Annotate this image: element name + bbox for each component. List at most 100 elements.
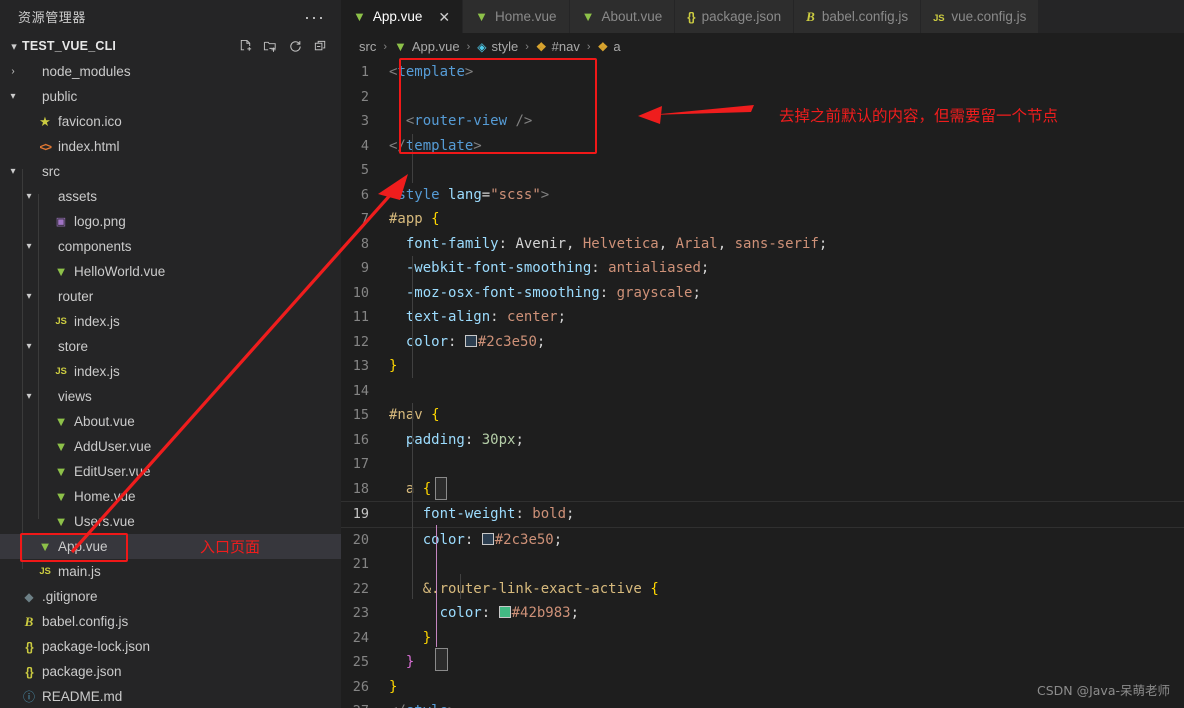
code-line-text: #app {: [389, 211, 440, 228]
file-tree-item[interactable]: JS index.js: [0, 309, 341, 334]
code-line[interactable]: 12 color: #2c3e50;: [341, 330, 1184, 355]
chevron-down-icon[interactable]: ▾: [6, 40, 22, 53]
code-line[interactable]: 10 -moz-osx-font-smoothing: grayscale;: [341, 281, 1184, 306]
code-line[interactable]: 19 font-weight: bold;: [341, 501, 1184, 528]
code-line[interactable]: 15 #nav {: [341, 403, 1184, 428]
code-line[interactable]: 20 color: #2c3e50;: [341, 528, 1184, 553]
code-line[interactable]: 9 -webkit-font-smoothing: antialiased;: [341, 256, 1184, 281]
code-line[interactable]: 17: [341, 452, 1184, 477]
code-line[interactable]: 22 &.router-link-exact-active {: [341, 577, 1184, 602]
file-tree-item[interactable]: ▼ EditUser.vue: [0, 459, 341, 484]
chevron-down-icon[interactable]: ▾: [6, 166, 20, 177]
code-editor[interactable]: 1 <template> 2 3 <router-view /> 4 </template…: [341, 60, 1184, 708]
chevron-down-icon[interactable]: ▾: [22, 241, 36, 252]
file-tree-item-label: src: [42, 164, 60, 179]
breadcrumb-item[interactable]: ◈ style: [477, 39, 518, 54]
editor-tabs[interactable]: ▼ App.vue ✕ ▼ Home.vue ▼ About.vue {} package.js…: [341, 0, 1184, 33]
babel-icon: B: [24, 613, 34, 629]
chevron-down-icon[interactable]: ▾: [22, 291, 36, 302]
code-line-text: a {: [405, 480, 432, 497]
file-tree-item[interactable]: › node_modules: [0, 59, 341, 84]
file-tree-item[interactable]: ★ favicon.ico: [0, 109, 341, 134]
json-icon: {}: [687, 10, 695, 24]
more-actions-icon[interactable]: ···: [298, 8, 331, 26]
file-tree-item-label: public: [42, 89, 78, 104]
file-tree[interactable]: › node_modules ▾ public ★ favicon.ico <> index.…: [0, 59, 341, 708]
file-tree-item[interactable]: ▾ src: [0, 159, 341, 184]
file-tree-item[interactable]: ▼ App.vue: [0, 534, 341, 559]
file-tree-item[interactable]: ▾ views: [0, 384, 341, 409]
chevron-down-icon[interactable]: ▾: [22, 391, 36, 402]
code-line[interactable]: 4 </template>: [341, 134, 1184, 159]
code-line-text: }: [405, 654, 415, 671]
line-number: 14: [352, 382, 369, 399]
code-line[interactable]: 24 }: [341, 626, 1184, 651]
file-tree-item[interactable]: ▾ assets: [0, 184, 341, 209]
code-line[interactable]: 27</style>: [341, 699, 1184, 708]
file-tree-item[interactable]: ▼ HelloWorld.vue: [0, 259, 341, 284]
file-tree-item[interactable]: ▼ Home.vue: [0, 484, 341, 509]
file-tree-item[interactable]: ▼ AddUser.vue: [0, 434, 341, 459]
code-line[interactable]: 11 text-align: center;: [341, 305, 1184, 330]
workspace-root-row[interactable]: ▾ TEST_VUE_CLI: [0, 33, 341, 59]
js-icon: JS: [55, 366, 67, 377]
breadcrumb-item[interactable]: ▼ App.vue: [394, 39, 460, 54]
vue-icon: ▼: [581, 9, 595, 24]
chevron-down-icon[interactable]: ▾: [22, 341, 36, 352]
file-tree-item-label: index.html: [58, 139, 120, 154]
file-tree-item-label: assets: [58, 189, 98, 204]
code-line[interactable]: 21: [341, 552, 1184, 577]
code-line[interactable]: 23 color: #42b983;: [341, 601, 1184, 626]
matching-bracket-highlight-2: [435, 648, 448, 671]
explorer-actions: [233, 35, 333, 57]
collapse-all-icon[interactable]: [308, 35, 333, 57]
file-tree-item[interactable]: JS index.js: [0, 359, 341, 384]
file-tree-item[interactable]: ◆ .gitignore: [0, 584, 341, 609]
file-tree-item[interactable]: ▾ router: [0, 284, 341, 309]
file-tree-item[interactable]: <> index.html: [0, 134, 341, 159]
code-line[interactable]: 5: [341, 158, 1184, 183]
code-line[interactable]: 13}: [341, 354, 1184, 379]
breadcrumb[interactable]: src › ▼ App.vue › ◈ style › ❖ #nav › ❖ a: [341, 33, 1184, 60]
code-line[interactable]: 1 <template>: [341, 60, 1184, 85]
code-line[interactable]: 25 }: [341, 650, 1184, 675]
chevron-down-icon[interactable]: ▾: [6, 91, 20, 102]
file-tree-item[interactable]: ▾ public: [0, 84, 341, 109]
breadcrumb-item[interactable]: src: [359, 39, 376, 54]
vue-icon: ▼: [38, 539, 52, 554]
line-number: 17: [352, 456, 369, 473]
editor-tab[interactable]: ▼ Home.vue: [463, 0, 570, 33]
code-line-text: <router-view />: [405, 113, 533, 130]
file-tree-item[interactable]: {} package-lock.json: [0, 634, 341, 659]
file-tree-item[interactable]: ⓘ README.md: [0, 684, 341, 708]
breadcrumb-item[interactable]: ❖ #nav: [536, 39, 580, 54]
file-tree-item[interactable]: Bbabel.config.js: [0, 609, 341, 634]
file-tree-item[interactable]: ▾ store: [0, 334, 341, 359]
file-tree-item[interactable]: ▼ Users.vue: [0, 509, 341, 534]
file-tree-item[interactable]: ▼ About.vue: [0, 409, 341, 434]
file-tree-item[interactable]: JS main.js: [0, 559, 341, 584]
code-line[interactable]: 8 font-family: Avenir, Helvetica, Arial,…: [341, 232, 1184, 257]
code-line[interactable]: 7 #app {: [341, 207, 1184, 232]
chevron-down-icon[interactable]: ▾: [22, 191, 36, 202]
code-line[interactable]: 16 padding: 30px;: [341, 428, 1184, 453]
close-icon[interactable]: ✕: [438, 10, 450, 24]
code-line[interactable]: 6 <style lang="scss">: [341, 183, 1184, 208]
new-file-icon[interactable]: [233, 35, 258, 57]
editor-tab[interactable]: Bbabel.config.js: [794, 0, 922, 33]
refresh-icon[interactable]: [283, 35, 308, 57]
code-line[interactable]: 14: [341, 379, 1184, 404]
editor-tab[interactable]: {} package.json: [675, 0, 795, 33]
new-folder-icon[interactable]: [258, 35, 283, 57]
editor-tab[interactable]: ▼ App.vue ✕: [341, 0, 464, 33]
chevron-right-icon[interactable]: ›: [6, 66, 20, 77]
breadcrumb-item[interactable]: ❖ a: [598, 39, 621, 54]
file-tree-item[interactable]: {} package.json: [0, 659, 341, 684]
line-number: 6: [360, 186, 369, 203]
code-line[interactable]: 18 a {: [341, 477, 1184, 502]
file-tree-item[interactable]: ▣ logo.png: [0, 209, 341, 234]
file-tree-item[interactable]: ▾ components: [0, 234, 341, 259]
code-line-text: </style>: [389, 703, 456, 708]
editor-tab[interactable]: ▼ About.vue: [569, 0, 676, 33]
editor-tab[interactable]: JS vue.config.js: [921, 0, 1040, 33]
